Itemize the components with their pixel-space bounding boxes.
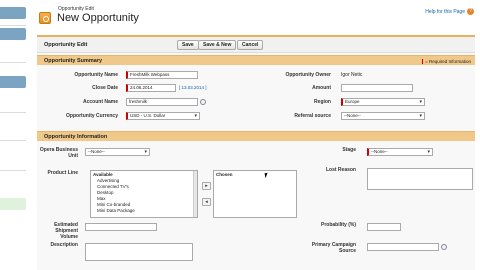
remove-arrow-button[interactable]: ◂ <box>202 198 211 206</box>
owner-value: Igor Netic <box>341 72 363 78</box>
summary-section-header: Opportunity Summary = Required Informati… <box>37 55 475 65</box>
today-date-link[interactable]: [ 13.03.2014 ] <box>179 85 207 90</box>
close-date-label: Close Date <box>92 85 118 91</box>
region-select[interactable]: Europe <box>341 98 425 106</box>
sidebar-divider <box>0 62 26 63</box>
listbox-scrollbar[interactable] <box>193 171 197 217</box>
campaign-lookup-icon[interactable] <box>441 244 447 250</box>
sidebar-tab[interactable] <box>0 76 26 88</box>
opportunity-edit-panel: Opportunity Edit Save Save & New Cancel … <box>37 35 475 270</box>
information-section-title: Opportunity Information <box>44 134 108 140</box>
amount-label: Amount <box>312 85 331 91</box>
stage-select[interactable]: --None-- <box>367 148 433 156</box>
probability-label: Probability (%) <box>320 222 356 228</box>
account-name-label: Account Name <box>82 99 118 105</box>
product-line-label: Product Line <box>47 170 78 176</box>
campaign-source-field[interactable] <box>367 243 439 251</box>
owner-label: Opportunity Owner <box>285 72 331 78</box>
information-section-header: Opportunity Information <box>37 131 475 141</box>
account-name-field[interactable]: freshmilk <box>126 98 198 106</box>
referral-select[interactable]: --None-- <box>341 112 425 120</box>
shipment-volume-field[interactable] <box>85 223 157 231</box>
sidebar-tab[interactable] <box>0 7 26 19</box>
referral-label: Referral source <box>294 113 331 119</box>
lost-reason-label: Lost Reason <box>325 167 356 173</box>
page-header: Opportunity Edit New Opportunity Help fo… <box>35 5 475 27</box>
description-textarea[interactable] <box>85 243 193 261</box>
opera-business-unit-select[interactable]: --None-- <box>85 148 150 156</box>
close-date-field[interactable]: 24.06.2014 <box>126 84 176 92</box>
save-new-button[interactable]: Save & New <box>198 40 237 50</box>
opportunity-icon <box>39 12 51 24</box>
stage-label: Stage <box>342 147 356 153</box>
opportunity-name-label: Opportunity Name <box>74 72 118 78</box>
save-button[interactable]: Save <box>177 40 199 50</box>
mouse-cursor-icon <box>264 172 269 179</box>
sidebar-green-box <box>0 198 26 210</box>
amount-field[interactable] <box>341 84 413 92</box>
currency-select[interactable]: USD - U.S. Dollar <box>126 112 200 120</box>
chosen-header: Chosen <box>216 172 233 177</box>
opportunity-name-field[interactable]: FreshMilk Webpass <box>126 71 198 79</box>
edit-toolbar: Opportunity Edit Save Save & New Cancel <box>37 37 475 53</box>
edit-title: Opportunity Edit <box>44 42 88 48</box>
sidebar-tab[interactable] <box>0 28 26 40</box>
shipment-volume-label: Estimated Shipment Volume <box>54 222 78 240</box>
help-icon[interactable]: ? <box>467 8 474 15</box>
campaign-source-label: Primary Campaign Source <box>311 242 356 254</box>
chosen-listbox[interactable]: Chosen <box>213 170 297 218</box>
help-link[interactable]: Help for this Page <box>425 9 465 15</box>
left-sidebar <box>0 0 27 270</box>
currency-label: Opportunity Currency <box>66 113 118 119</box>
sidebar-divider <box>0 25 26 26</box>
sidebar-divider <box>0 170 26 171</box>
add-arrow-button[interactable]: ▸ <box>202 182 211 190</box>
required-marker-icon <box>422 58 424 64</box>
region-label: Region <box>314 99 331 105</box>
lost-reason-textarea[interactable] <box>367 168 473 190</box>
required-info: = Required Information <box>422 59 471 64</box>
account-lookup-icon[interactable] <box>200 99 206 105</box>
summary-section-title: Opportunity Summary <box>44 58 103 64</box>
sidebar-divider <box>0 112 26 113</box>
page-title: New Opportunity <box>57 12 139 24</box>
available-listbox[interactable]: Available Advertising Connected TV's Des… <box>90 170 198 218</box>
sidebar-divider <box>0 140 26 141</box>
description-label: Description <box>50 242 78 248</box>
probability-field[interactable] <box>367 223 401 231</box>
opera-business-unit-label: Opera Business Unit <box>39 147 78 159</box>
cancel-button[interactable]: Cancel <box>237 40 264 50</box>
list-item[interactable]: Mini Data Package <box>93 208 195 214</box>
